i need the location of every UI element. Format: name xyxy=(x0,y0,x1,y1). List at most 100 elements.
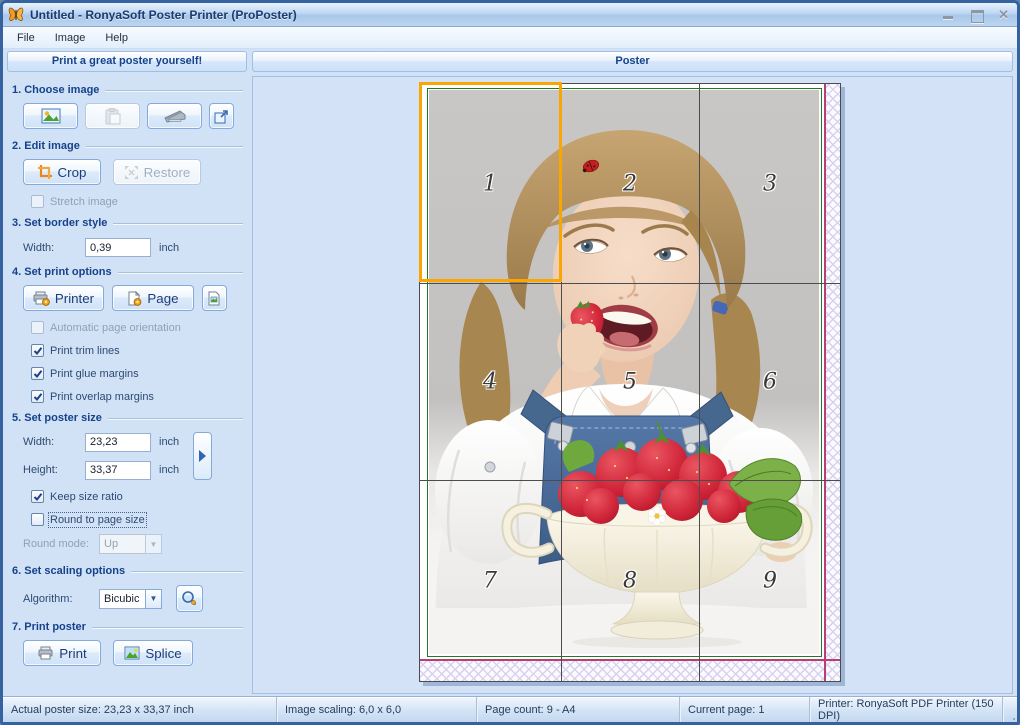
checkbox-keep-size-ratio[interactable]: Keep size ratio xyxy=(31,490,247,503)
minimize-button[interactable] xyxy=(942,9,956,21)
checkbox-label: Round to page size xyxy=(50,514,145,526)
checkbox-box xyxy=(31,490,44,503)
scanner-icon xyxy=(164,109,186,124)
section-edit-image: 2. Edit image xyxy=(12,140,243,152)
current-page-selection[interactable] xyxy=(419,82,562,282)
section-scaling-options: 6. Set scaling options xyxy=(12,565,243,577)
algorithm-select[interactable]: Bicubic ▼ xyxy=(99,589,162,609)
section-poster-size: 5. Set poster size xyxy=(12,412,243,424)
size-presets-expander-button[interactable] xyxy=(193,432,212,480)
border-width-input[interactable] xyxy=(85,238,151,257)
checkbox-box xyxy=(31,344,44,357)
checkbox-box xyxy=(31,513,44,526)
crop-button[interactable]: Crop xyxy=(23,159,101,185)
algorithm-value: Bicubic xyxy=(99,589,145,609)
tile-number: 6 xyxy=(763,370,777,395)
poster-panel: Poster xyxy=(252,51,1013,694)
resize-grip[interactable] xyxy=(1003,708,1017,722)
glue-line-bottom xyxy=(420,659,840,661)
tile-number: 7 xyxy=(483,569,497,594)
checkbox-label: Print overlap margins xyxy=(50,391,154,403)
checkbox-label: Print trim lines xyxy=(50,345,120,357)
border-width-unit: inch xyxy=(159,242,179,254)
poster-width-unit: inch xyxy=(159,436,185,448)
poster-height-unit: inch xyxy=(159,464,185,476)
dropdown-arrow-icon: ▼ xyxy=(145,534,162,554)
page-grid-line-vertical xyxy=(699,84,700,681)
round-mode-select[interactable]: Up ▼ xyxy=(99,534,162,554)
window-title: Untitled - RonyaSoft Poster Printer (Pro… xyxy=(30,8,297,22)
checkbox-box xyxy=(31,367,44,380)
paste-image-button[interactable] xyxy=(85,103,140,129)
page-grid-line-horizontal xyxy=(420,480,840,481)
status-image-scaling: Image scaling: 6,0 x 6,0 xyxy=(277,697,477,722)
sidebar-header: Print a great poster yourself! xyxy=(7,51,247,72)
checkbox-box xyxy=(31,390,44,403)
checkbox-label: Keep size ratio xyxy=(50,491,123,503)
checkbox-stretch-image[interactable]: Stretch image xyxy=(31,195,247,208)
checkbox-print-overlap-margins[interactable]: Print overlap margins xyxy=(31,390,247,403)
crop-icon xyxy=(38,165,53,180)
checkbox-auto-orientation[interactable]: Automatic page orientation xyxy=(31,321,247,334)
border-width-label: Width: xyxy=(23,242,85,254)
status-current-page: Current page: 1 xyxy=(680,697,810,722)
tile-number: 5 xyxy=(623,370,637,395)
poster-page[interactable]: 1 2 3 4 5 6 7 8 9 xyxy=(419,83,841,682)
page-setup-button[interactable]: Page xyxy=(112,285,194,311)
paste-icon xyxy=(105,108,121,125)
tile-number: 3 xyxy=(763,172,777,197)
acquire-external-button[interactable] xyxy=(209,103,234,129)
glue-margin-bottom xyxy=(420,661,840,681)
scan-image-button[interactable] xyxy=(147,103,202,129)
menu-help[interactable]: Help xyxy=(95,29,138,47)
picture-icon xyxy=(41,108,61,124)
status-printer: Printer: RonyaSoft PDF Printer (150 DPI) xyxy=(810,697,1003,722)
splice-button[interactable]: Splice xyxy=(113,640,193,666)
checkbox-box xyxy=(31,321,44,334)
poster-panel-header: Poster xyxy=(252,51,1013,72)
glue-line-right xyxy=(824,84,826,681)
checkbox-box xyxy=(31,195,44,208)
statusbar: Actual poster size: 23,23 x 33,37 inch I… xyxy=(3,696,1017,722)
preview-pages-button[interactable] xyxy=(202,285,227,311)
menu-image[interactable]: Image xyxy=(45,29,96,47)
dropdown-arrow-icon: ▼ xyxy=(145,589,162,609)
app-window: Untitled - RonyaSoft Poster Printer (Pro… xyxy=(0,0,1020,725)
section-print-options: 4. Set print options xyxy=(12,266,243,278)
print-button[interactable]: Print xyxy=(23,640,101,666)
poster-height-input[interactable] xyxy=(85,461,151,480)
titlebar: Untitled - RonyaSoft Poster Printer (Pro… xyxy=(3,3,1017,27)
glue-margin-right xyxy=(826,84,840,681)
close-button[interactable]: ✕ xyxy=(998,9,1009,21)
open-image-button[interactable] xyxy=(23,103,78,129)
poster-preview-area[interactable]: 1 2 3 4 5 6 7 8 9 xyxy=(252,76,1013,694)
printer-setup-button[interactable]: Printer xyxy=(23,285,104,311)
checkbox-print-trim-lines[interactable]: Print trim lines xyxy=(31,344,247,357)
tile-number: 4 xyxy=(483,370,497,395)
export-arrow-icon xyxy=(214,109,229,124)
printer-gear-icon xyxy=(33,291,50,306)
app-butterfly-icon xyxy=(8,7,24,23)
printer-icon xyxy=(37,646,54,660)
page-grid-line-horizontal xyxy=(420,283,840,284)
section-print-poster: 7. Print poster xyxy=(12,621,243,633)
restore-arrows-icon xyxy=(124,165,139,180)
page-gear-icon xyxy=(127,291,142,306)
menubar: File Image Help xyxy=(3,27,1017,49)
magnifier-icon xyxy=(181,590,198,607)
checkbox-print-glue-margins[interactable]: Print glue margins xyxy=(31,367,247,380)
tile-number: 2 xyxy=(623,172,637,197)
algorithm-label: Algorithm: xyxy=(23,593,99,605)
checkbox-round-to-page-size[interactable]: Round to page size xyxy=(31,513,247,526)
status-actual-poster-size: Actual poster size: 23,23 x 33,37 inch xyxy=(3,697,277,722)
poster-width-label: Width: xyxy=(23,436,85,448)
maximize-button[interactable] xyxy=(970,9,984,21)
poster-width-input[interactable] xyxy=(85,433,151,452)
restore-button[interactable]: Restore xyxy=(113,159,201,185)
section-choose-image: 1. Choose image xyxy=(12,84,243,96)
preview-scaling-button[interactable] xyxy=(176,585,203,612)
section-border-style: 3. Set border style xyxy=(12,217,243,229)
round-mode-label: Round mode: xyxy=(23,538,99,550)
checkbox-label: Print glue margins xyxy=(50,368,139,380)
menu-file[interactable]: File xyxy=(7,29,45,47)
